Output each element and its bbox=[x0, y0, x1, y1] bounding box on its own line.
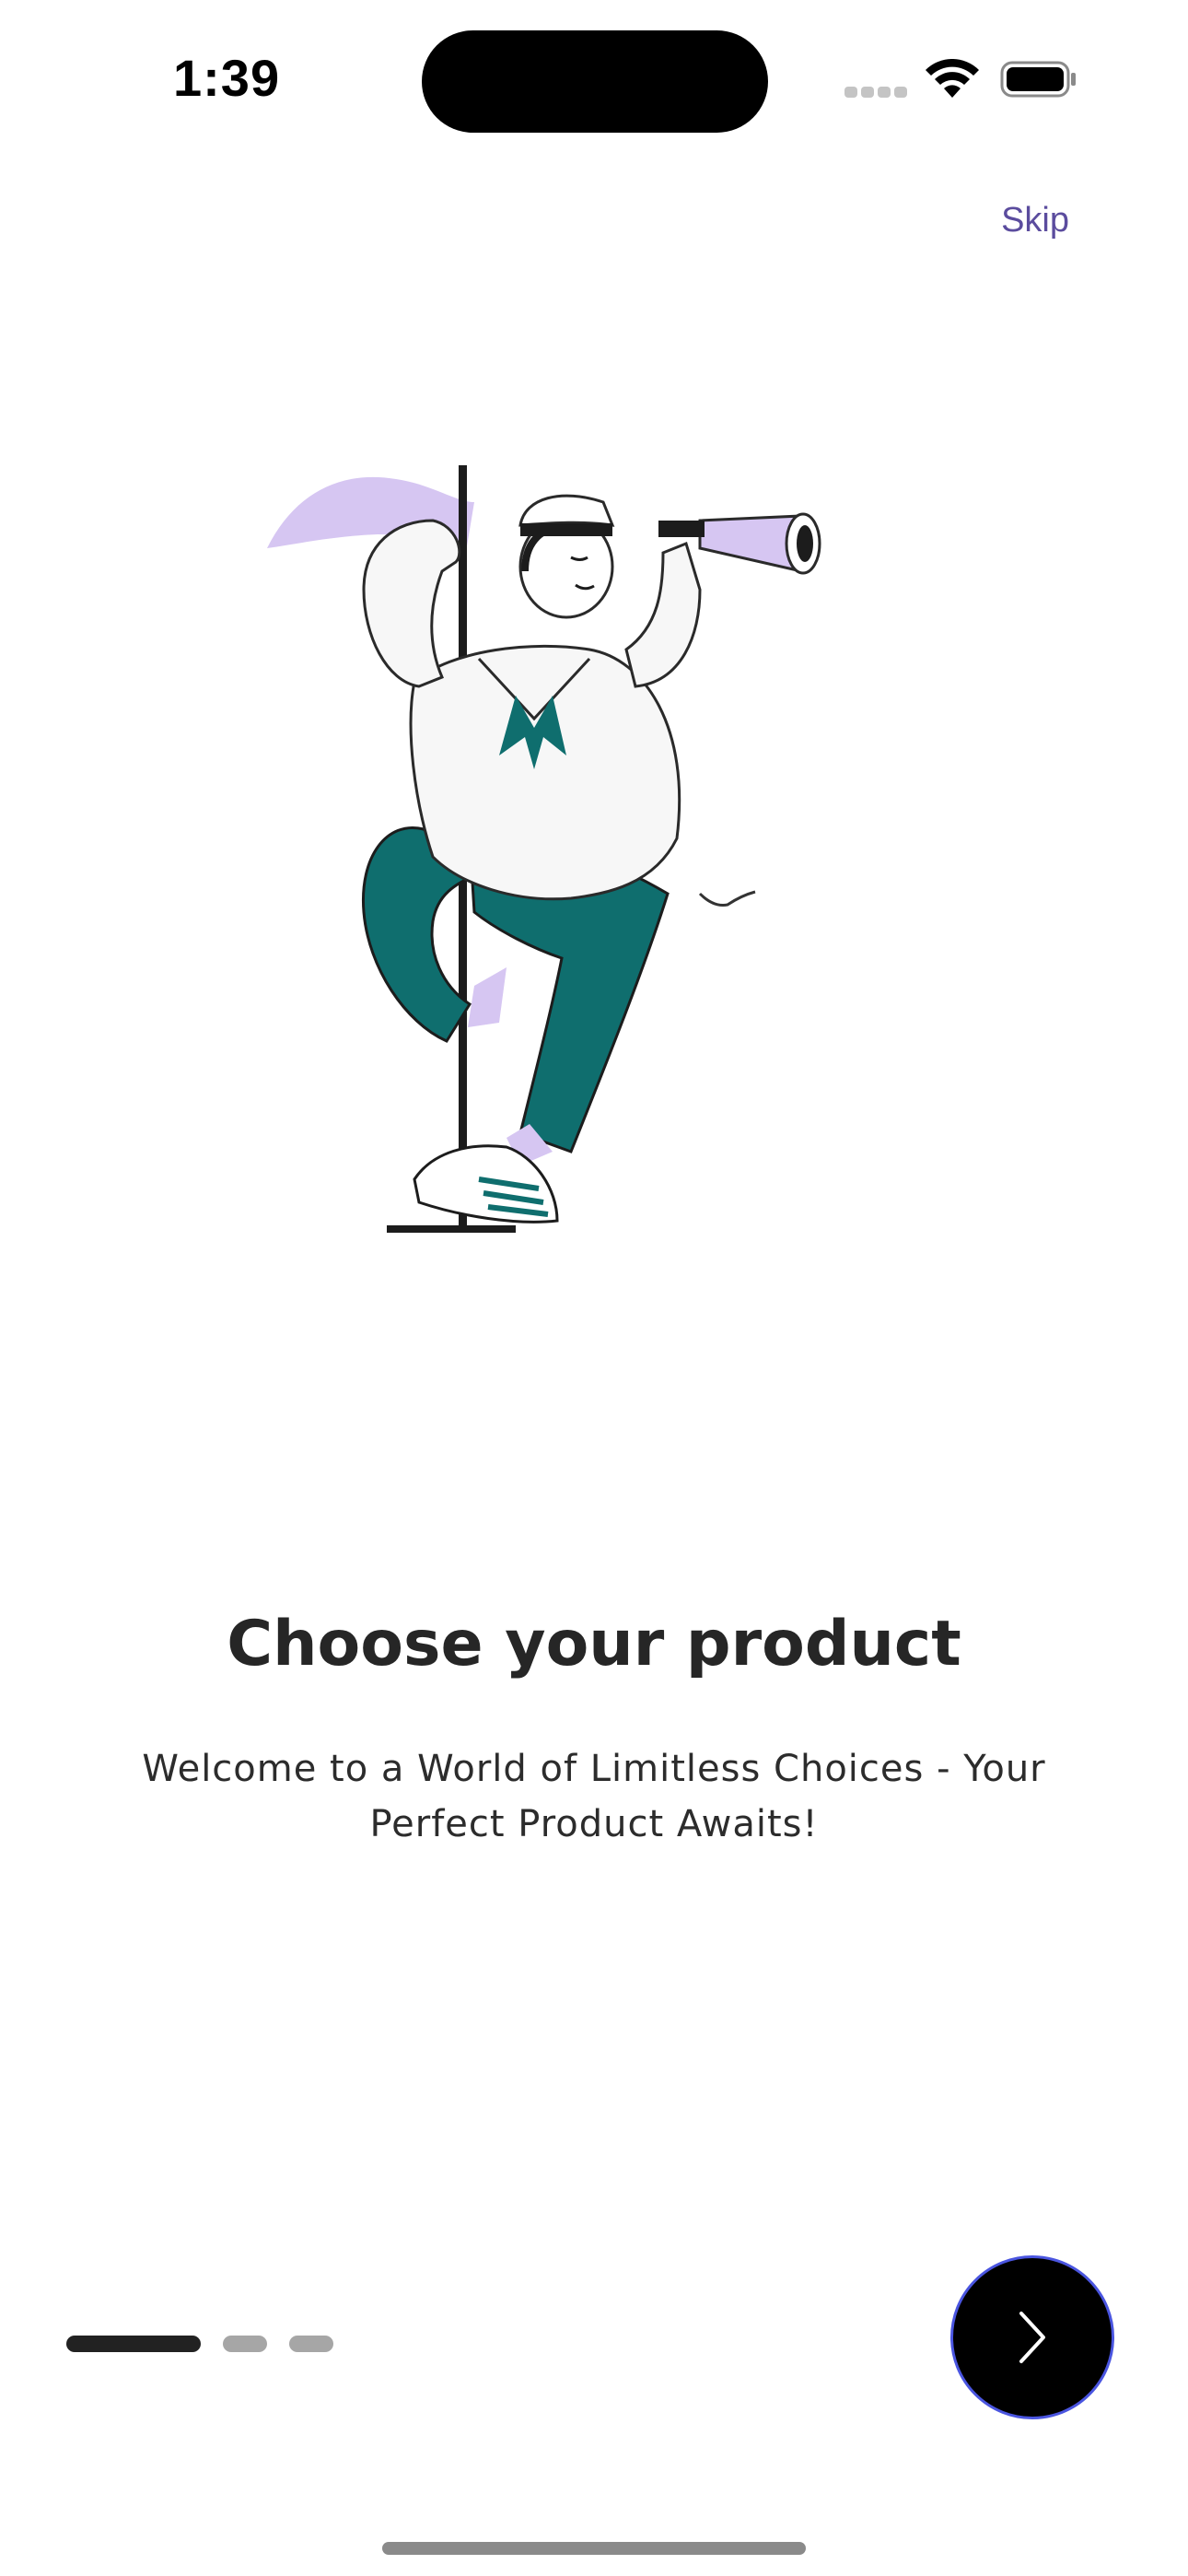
skip-button[interactable]: Skip bbox=[1001, 201, 1069, 240]
page-dot bbox=[289, 2336, 333, 2352]
battery-icon bbox=[1000, 61, 1076, 98]
page-subtitle: Welcome to a World of Limitless Choices … bbox=[111, 1741, 1077, 1852]
onboarding-screen: 1:39 Skip Choose your product Welcome to… bbox=[0, 0, 1188, 2576]
page-title: Choose your product bbox=[227, 1608, 961, 1680]
sailor-with-telescope-illustration bbox=[267, 465, 821, 1233]
chevron-right-icon bbox=[1019, 2312, 1045, 2363]
next-button[interactable] bbox=[950, 2255, 1114, 2419]
subtitle-line-2: Perfect Product Awaits! bbox=[369, 1803, 819, 1845]
dynamic-island bbox=[422, 30, 768, 133]
home-indicator[interactable] bbox=[382, 2542, 806, 2555]
page-dot bbox=[223, 2336, 267, 2352]
wifi-icon bbox=[926, 59, 979, 98]
signal-icon bbox=[844, 87, 909, 100]
page-dot-active bbox=[66, 2336, 201, 2352]
status-time: 1:39 bbox=[173, 49, 281, 107]
subtitle-line-1: Welcome to a World of Limitless Choices … bbox=[142, 1748, 1046, 1790]
